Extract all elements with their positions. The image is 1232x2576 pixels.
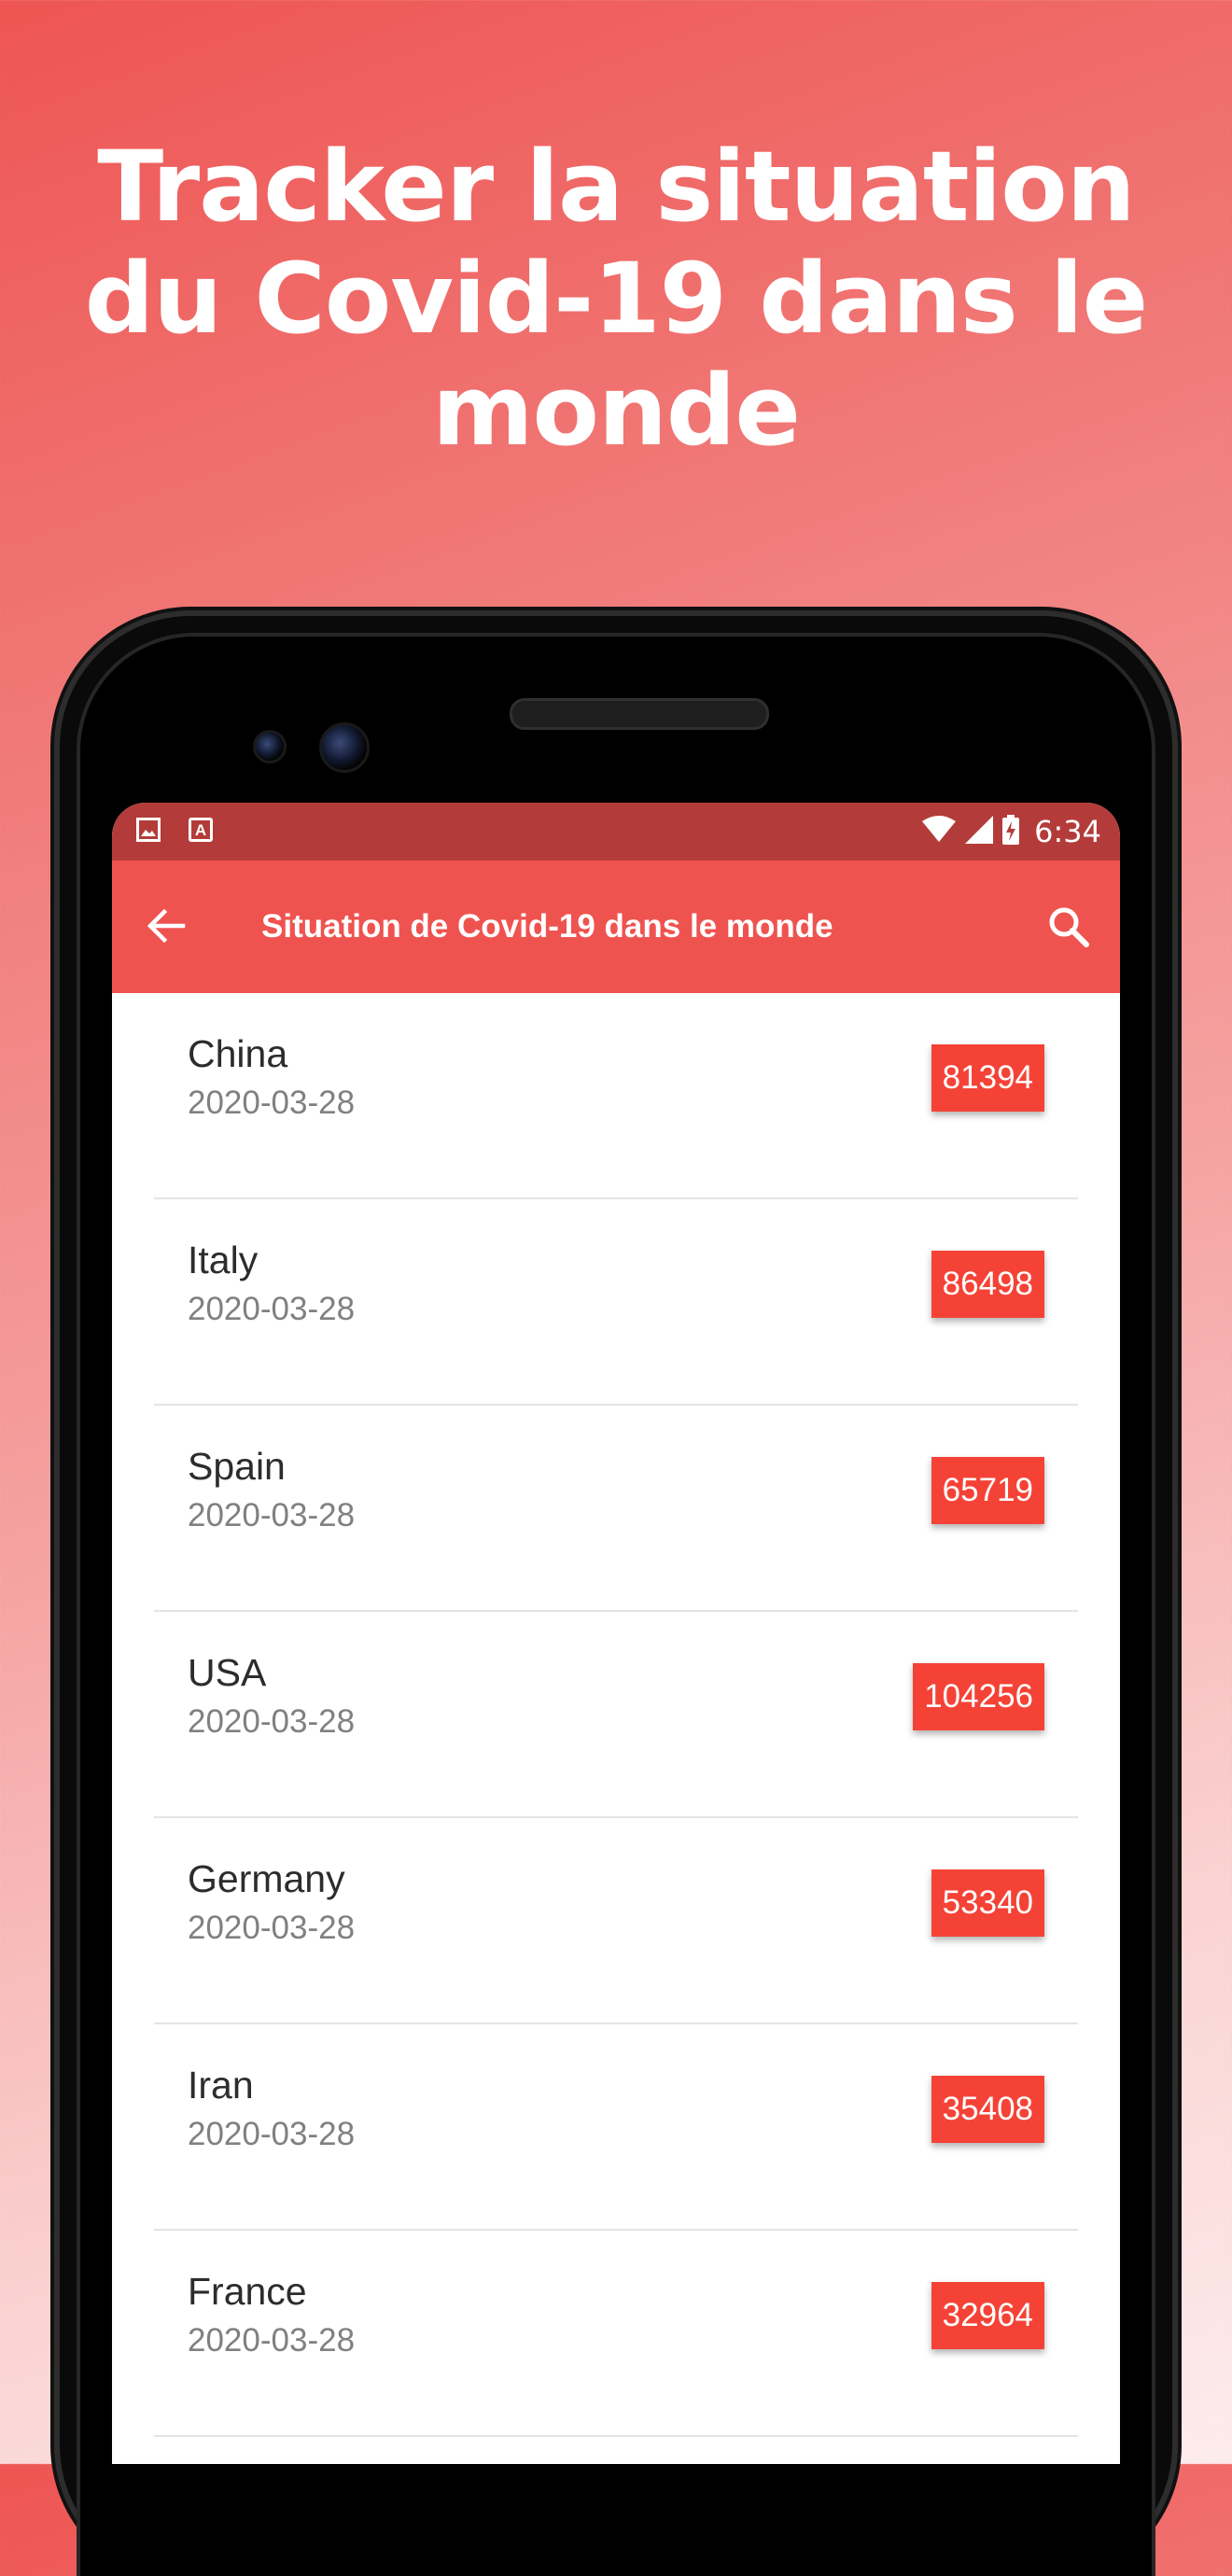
list-item[interactable]: France 2020-03-28 32964: [154, 2231, 1078, 2437]
headline-line-1: Tracker la situation: [97, 130, 1135, 244]
country-name: Italy: [188, 1239, 259, 1281]
report-date: 2020-03-28: [188, 2322, 356, 2359]
country-name: China: [188, 1032, 288, 1075]
arrow-back-icon[interactable]: [146, 905, 187, 946]
toolbar-title: Situation de Covid-19 dans le monde: [261, 908, 833, 945]
cases-badge: 65719: [931, 1457, 1044, 1524]
headline-line-2: du Covid-19 dans le: [84, 242, 1148, 356]
country-name: USA: [188, 1651, 267, 1694]
report-date: 2020-03-28: [188, 1291, 356, 1327]
list-item[interactable]: China 2020-03-28 81394: [154, 993, 1078, 1199]
status-system: 6:34: [922, 803, 1101, 861]
report-date: 2020-03-28: [188, 1703, 356, 1740]
list-item[interactable]: Italy 2020-03-28 86498: [154, 1199, 1078, 1406]
image-icon: [136, 818, 161, 847]
search-icon[interactable]: [1045, 903, 1092, 950]
country-list: China 2020-03-28 81394 Italy 2020-03-28 …: [112, 993, 1120, 2437]
headline-line-3: monde: [432, 354, 801, 468]
cases-badge: 86498: [931, 1251, 1044, 1318]
signal-icon: [965, 815, 994, 848]
country-name: France: [188, 2270, 307, 2313]
status-notifications: A: [136, 818, 213, 847]
list-item[interactable]: USA 2020-03-28 104256: [154, 1612, 1078, 1818]
list-item[interactable]: Germany 2020-03-28 53340: [154, 1818, 1078, 2024]
app-toolbar: Situation de Covid-19 dans le monde: [112, 861, 1120, 993]
cases-badge: 35408: [931, 2076, 1044, 2143]
earpiece-speaker: [510, 698, 769, 730]
cases-badge: 53340: [931, 1869, 1044, 1937]
battery-charging-icon: [1002, 814, 1020, 849]
cases-badge: 81394: [931, 1044, 1044, 1112]
wifi-icon: [922, 815, 957, 848]
list-item[interactable]: Spain 2020-03-28 65719: [154, 1406, 1078, 1612]
front-sensor-icon: [253, 730, 287, 763]
promo-headline: Tracker la situation du Covid-19 dans le…: [56, 131, 1176, 467]
country-name: Iran: [188, 2064, 254, 2107]
country-name: Spain: [188, 1445, 286, 1488]
report-date: 2020-03-28: [188, 2116, 356, 2152]
country-name: Germany: [188, 1857, 345, 1900]
app-screen: A 6:34 Situation de Covid-19 dans le mon…: [112, 803, 1120, 2464]
report-date: 2020-03-28: [188, 1497, 356, 1533]
a-letter-icon: A: [189, 818, 213, 842]
cases-badge: 104256: [913, 1663, 1044, 1730]
report-date: 2020-03-28: [188, 1910, 356, 1946]
status-bar: A 6:34: [112, 803, 1120, 861]
status-time: 6:34: [1034, 814, 1101, 849]
front-camera-icon: [319, 722, 370, 773]
report-date: 2020-03-28: [188, 1085, 356, 1121]
cases-badge: 32964: [931, 2282, 1044, 2349]
list-item[interactable]: Iran 2020-03-28 35408: [154, 2024, 1078, 2231]
